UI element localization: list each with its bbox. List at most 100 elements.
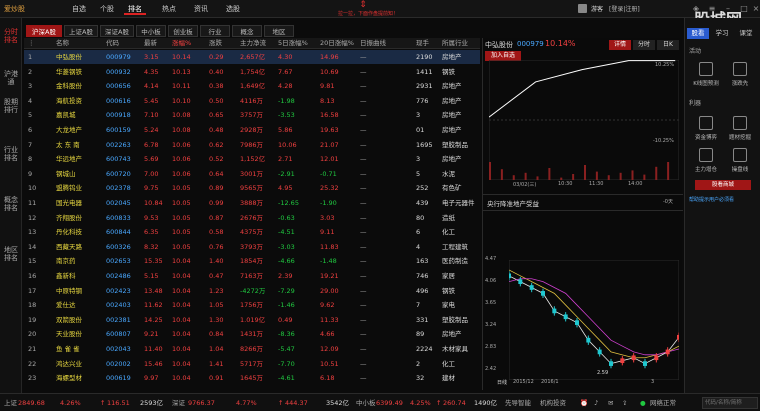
col-latest[interactable]: 最新 [144,38,157,49]
candle [665,349,670,355]
table-row[interactable]: 15 南京药 002653 15.35 10.04 1.40 1854万 -4.66 -1.48… [24,254,480,268]
kline-chart[interactable] [509,260,679,380]
avatar[interactable] [578,4,587,13]
tab-detail[interactable]: 详情 [609,40,631,50]
tab-learn[interactable]: 学习 [711,28,733,39]
nav-item-screener[interactable]: 选股 [222,3,244,15]
tab-hs-a[interactable]: 沪深A股 [26,25,62,37]
mall-button[interactable]: 股看商城 [695,180,751,190]
col-pct[interactable]: 涨幅% [172,38,191,49]
table-row[interactable]: 23 海螺型材 000619 9.97 10.04 0.91 1645万 -4.61 6.18 —… [24,371,480,385]
col-5d[interactable]: 5日涨幅% [278,38,308,49]
fund-game-icon[interactable] [699,116,713,130]
sidebar-item-intraday-rank[interactable]: 分时排名 [3,28,19,44]
tab-region[interactable]: 地区 [264,25,294,37]
table-row[interactable]: 21 鱼 雀 雀 002043 11.40 10.04 1.04 8266万 -5.47 12.… [24,342,480,356]
up-down-icon[interactable] [733,62,747,76]
tool-link[interactable]: 机构投资 [540,397,566,409]
sidebar-item-concept-rank[interactable]: 概念排名 [3,196,19,212]
col-volume[interactable]: 现手 [416,38,429,49]
cell: 金科股份 [56,82,82,91]
volume-bar [560,177,563,180]
cell: 钢铁 [442,67,455,76]
table-row[interactable]: 18 爱仕达 002403 11.62 10.04 1.05 1756万 -1.46 9.62 —… [24,298,480,312]
close-icon[interactable]: × [750,3,760,15]
tab-intraday[interactable]: 分时 [633,40,655,50]
sidebar-item-region-rank[interactable]: 地区排名 [3,246,19,262]
up-down-label[interactable]: 涨跌先 [725,79,755,87]
table-row[interactable]: 19 双箭股份 002381 14.25 10.04 1.30 1.019亿 0.49 11.3… [24,313,480,327]
nav-item-stock[interactable]: 个股 [96,3,118,15]
main-increase-icon[interactable] [699,148,713,162]
kline-y-label: 2.83 [485,344,497,350]
alarm-icon[interactable]: ⏰ [580,397,588,409]
table-row[interactable]: 10 盟腾钨业 002378 9.75 10.05 0.89 9565万 4.95 25.32 —… [24,181,480,195]
table-body: 1 中弘股份 000979 3.15 10.14 0.29 2,657亿 4.30 14.96 —… [24,50,480,390]
table-row[interactable]: 6 大龙地产 600159 5.24 10.08 0.48 2928万 5.86 19.63 — 0… [24,123,480,137]
table-row[interactable]: 17 中原特钢 002423 13.48 10.04 1.23 -4272万 -7.29 29.… [24,284,480,298]
time-label-open: 03/02(三) [513,182,537,188]
login-link[interactable]: [登录|注册] [609,4,640,13]
tab-sme[interactable]: 中小板 [136,25,166,37]
table-row[interactable]: 3 金科股份 000656 4.14 10.11 0.38 1,649亿 4.28 9.81 — 2… [24,79,480,93]
intraday-chart[interactable] [489,60,679,180]
table-row[interactable]: 12 齐翔股份 600833 9.53 10.05 0.87 2676万 -0.63 3.03 —… [24,211,480,225]
table-row[interactable]: 8 华远地产 600743 5.69 10.06 0.52 1,152亿 2.71 12.01 —… [24,152,480,166]
col-mainflow[interactable]: 主力净流 [240,38,266,49]
tab-sh-a[interactable]: 上证A股 [64,25,98,37]
tab-daily-k[interactable]: 日K [657,40,679,50]
col-code[interactable]: 代码 [106,38,119,49]
kline-predict-icon[interactable] [699,62,713,76]
message-icon[interactable]: ✉ [608,397,613,409]
tab-industry[interactable]: 行业 [200,25,230,37]
kline-predict-label[interactable]: K线图预测 [691,79,721,87]
table-row[interactable]: 4 海航投资 000616 5.45 10.10 0.50 4116万 -1.98 8.13 — 7… [24,94,480,108]
sidebar-item-industry-rank[interactable]: 行业排名 [3,146,19,162]
sidebar-item-hk-connect[interactable]: 沪港通 [3,70,19,86]
kline-period-label[interactable]: 日线 [497,379,507,386]
nav-item-watchlist[interactable]: 自选 [68,3,90,15]
fund-game-label[interactable]: 资金博弈 [691,133,721,141]
table-row[interactable]: 14 西藏天路 600326 8.32 10.05 0.76 3793万 -3.03 11.83… [24,240,480,254]
trade-line-label[interactable]: 操盘线 [725,165,755,173]
nav-item-ranking[interactable]: 排名 [124,3,146,15]
cell: 14.25 [144,315,163,324]
search-input[interactable] [702,397,758,409]
main-increase-label[interactable]: 主力增仓 [691,165,721,173]
theme-mining-label[interactable]: 题材挖掘 [725,133,755,141]
nav-item-news[interactable]: 资讯 [190,3,212,15]
theme-mining-icon[interactable] [733,116,747,130]
table-row[interactable]: 20 天业股份 600807 9.21 10.04 0.84 1431万 -8.36 4.66 —… [24,327,480,341]
tab-sz-a[interactable]: 深证A股 [100,25,134,37]
share-icon[interactable]: ⇪ [622,397,627,409]
sidebar-item-futures-rank[interactable]: 股期排行 [3,98,19,114]
nav-item-hot[interactable]: 热点 [158,3,180,15]
tab-gem[interactable]: 创业板 [168,25,198,37]
user-name[interactable]: 游客 [591,4,603,13]
cell: 600807 [106,330,131,339]
cell: -2.91 [278,169,295,178]
table-row[interactable]: 13 丹化科技 600844 6.35 10.05 0.58 4375万 -4.51 9.11 —… [24,225,480,239]
col-change[interactable]: 涨跌 [209,38,222,49]
tool-link[interactable]: 先导智能 [505,397,531,409]
tab-guka[interactable]: 股看 [687,28,709,39]
table-row[interactable]: 2 华菱钢铁 000932 4.35 10.13 0.40 1,754亿 7.67 10.69 —… [24,65,480,79]
table-row[interactable]: 9 钢城山 600720 7.00 10.06 0.64 3001万 -2.91 -0.71 — 5… [24,167,480,181]
cell: 002043 [106,345,131,353]
table-row[interactable]: 22 鸿达兴业 002002 15.46 10.04 1.41 5717万 -7.70 10.5… [24,357,480,371]
table-row[interactable]: 16 鑫新科 002486 5.15 10.04 0.47 7163万 2.39 19.21 — 7… [24,269,480,283]
col-name[interactable]: 名称 [56,38,69,49]
tab-class[interactable]: 课堂 [735,28,757,39]
table-row[interactable]: 11 国光电器 002045 10.84 10.05 0.99 3888万 -12.65 -1.… [24,196,480,210]
sound-icon[interactable]: ♪ [594,397,598,409]
col-curve[interactable]: 日振曲线 [360,38,386,49]
trade-line-icon[interactable] [733,148,747,162]
table-row[interactable]: 7 太 东 南 002263 6.78 10.06 0.62 7986万 10.06 21.07… [24,138,480,152]
cell: 爱仕达 [56,301,76,310]
table-row[interactable]: 5 嘉凯城 000918 7.10 10.08 0.65 3757万 -3.53 16.58 — 3… [24,108,480,122]
help-link[interactable]: 帮助提示用户必须看 [689,196,734,203]
table-row[interactable]: 1 中弘股份 000979 3.15 10.14 0.29 2,657亿 4.30 14.96 —… [24,50,480,64]
col-industry[interactable]: 所属行业 [442,38,468,49]
col-20d[interactable]: 20日涨幅% [320,38,354,49]
tab-concept[interactable]: 概念 [232,25,262,37]
